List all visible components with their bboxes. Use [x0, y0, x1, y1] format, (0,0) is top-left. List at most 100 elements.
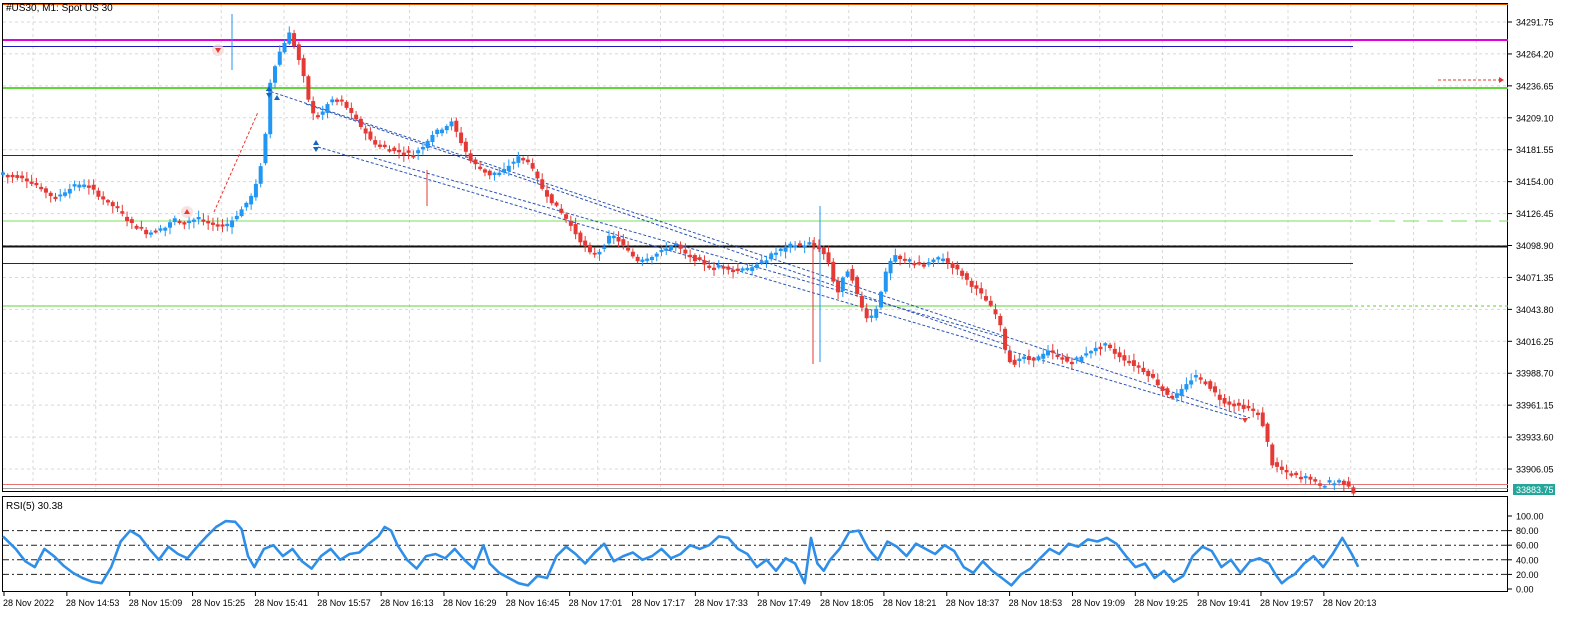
candle-body — [230, 220, 235, 228]
candle-body — [1141, 367, 1146, 373]
candle-body — [206, 221, 211, 224]
candle-body — [688, 254, 693, 258]
candle-body — [1227, 401, 1232, 405]
candle-body — [855, 276, 860, 295]
buy-arrow-icon[interactable] — [181, 206, 193, 218]
candle-body — [649, 257, 654, 260]
price-axis-label: 34181.55 — [1516, 145, 1554, 155]
candle-body — [559, 208, 564, 213]
price-axis-label: 34016.25 — [1516, 337, 1554, 347]
candle-body — [1193, 375, 1198, 378]
candle-body — [153, 230, 158, 233]
candle-body — [735, 268, 740, 271]
candle-body — [754, 264, 759, 268]
price-axis-label: 33961.15 — [1516, 401, 1554, 411]
candle-body — [902, 258, 907, 261]
time-axis-label: 28 Nov 14:53 — [66, 598, 120, 608]
time-axis-label: 28 Nov 17:17 — [632, 598, 686, 608]
candle-body — [5, 174, 10, 178]
candle-body — [401, 152, 406, 155]
candle-body — [912, 262, 917, 266]
chart-canvas[interactable]: 34291.75 34264.20 34236.65 34209.10 34181.55… — [0, 0, 1596, 621]
time-axis-label: 28 Nov 19:25 — [1134, 598, 1188, 608]
time-axis-label: 28 Nov 15:09 — [129, 598, 183, 608]
trading-chart-window[interactable]: 34291.75 34264.20 34236.65 34209.10 34181.55… — [0, 0, 1596, 621]
candle-body — [382, 144, 387, 148]
candle-body — [277, 51, 282, 65]
candle-body — [249, 195, 254, 205]
candle-body — [196, 216, 201, 220]
candle-body — [874, 308, 879, 318]
candle-body — [1289, 473, 1294, 476]
candle-body — [1332, 483, 1337, 486]
price-axis-label: 34291.75 — [1516, 18, 1554, 28]
candle-body — [993, 309, 998, 315]
candle-body — [516, 156, 521, 163]
time-axis-label: 28 Nov 18:21 — [883, 598, 937, 608]
candle-body — [1232, 403, 1237, 407]
candle-body — [420, 146, 425, 150]
time-axis-label: 28 Nov 19:57 — [1260, 598, 1314, 608]
rsi-axis-label: 20.00 — [1516, 570, 1539, 580]
candle-body — [1265, 423, 1270, 442]
candle-body — [34, 182, 39, 186]
candle-body — [1127, 360, 1132, 364]
candle-body — [1303, 476, 1308, 479]
candle-body — [1217, 394, 1222, 400]
candle-body — [1122, 355, 1127, 361]
candle-body — [621, 239, 626, 245]
rsi-panel[interactable] — [2, 496, 1508, 592]
candle-body — [936, 257, 941, 260]
candle-body — [1198, 377, 1203, 380]
candle-body — [91, 184, 96, 190]
candle-body — [1007, 350, 1012, 363]
candle-body — [354, 114, 359, 120]
candle-body — [778, 248, 783, 251]
candle-body — [960, 270, 965, 276]
candle-body — [578, 232, 583, 243]
candle-body — [793, 245, 798, 248]
candle-body — [707, 265, 712, 268]
sell-arrow-icon[interactable] — [212, 44, 224, 56]
candle-body — [1146, 370, 1151, 377]
current-price-badge: 33883.75 — [1513, 484, 1555, 495]
candle-body — [988, 300, 993, 306]
candle-body — [1069, 361, 1074, 365]
candle-body — [731, 269, 736, 273]
candle-body — [105, 200, 110, 203]
candle-body — [1174, 393, 1179, 398]
candle-body — [234, 215, 239, 220]
candle-body — [1093, 347, 1098, 352]
time-axis-label: 28 Nov 17:33 — [694, 598, 748, 608]
candle-body — [473, 159, 478, 165]
candle-body — [602, 246, 607, 249]
candle-body — [788, 243, 793, 248]
candle-body — [158, 228, 163, 231]
candle-body — [373, 140, 378, 145]
price-axis-label: 33988.70 — [1516, 369, 1554, 379]
symbol-title: #US30, M1: Spot US 30 — [6, 3, 113, 14]
candle-body — [597, 251, 602, 255]
candle-body — [845, 271, 850, 277]
candle-body — [24, 178, 29, 182]
candle-body — [440, 129, 445, 134]
candle-body — [144, 229, 149, 235]
price-axis-label: 33933.60 — [1516, 433, 1554, 443]
time-axis-label: 28 Nov 19:41 — [1197, 598, 1251, 608]
candle-body — [82, 184, 87, 187]
candle-body — [311, 101, 316, 114]
time-axis-label: 28 Nov 20:13 — [1323, 598, 1377, 608]
candle-body — [1079, 356, 1084, 363]
candle-body — [950, 263, 955, 268]
candle-body — [635, 256, 640, 262]
candle-body — [129, 219, 134, 224]
candle-body — [587, 244, 592, 253]
candle-body — [1351, 487, 1356, 494]
candle-body — [983, 296, 988, 301]
candle-body — [1284, 469, 1289, 473]
candle-body — [282, 42, 287, 53]
candle-body — [1112, 348, 1117, 354]
candle-body — [258, 166, 263, 184]
price-axis-label: 34043.80 — [1516, 305, 1554, 315]
candle-body — [1031, 358, 1036, 361]
